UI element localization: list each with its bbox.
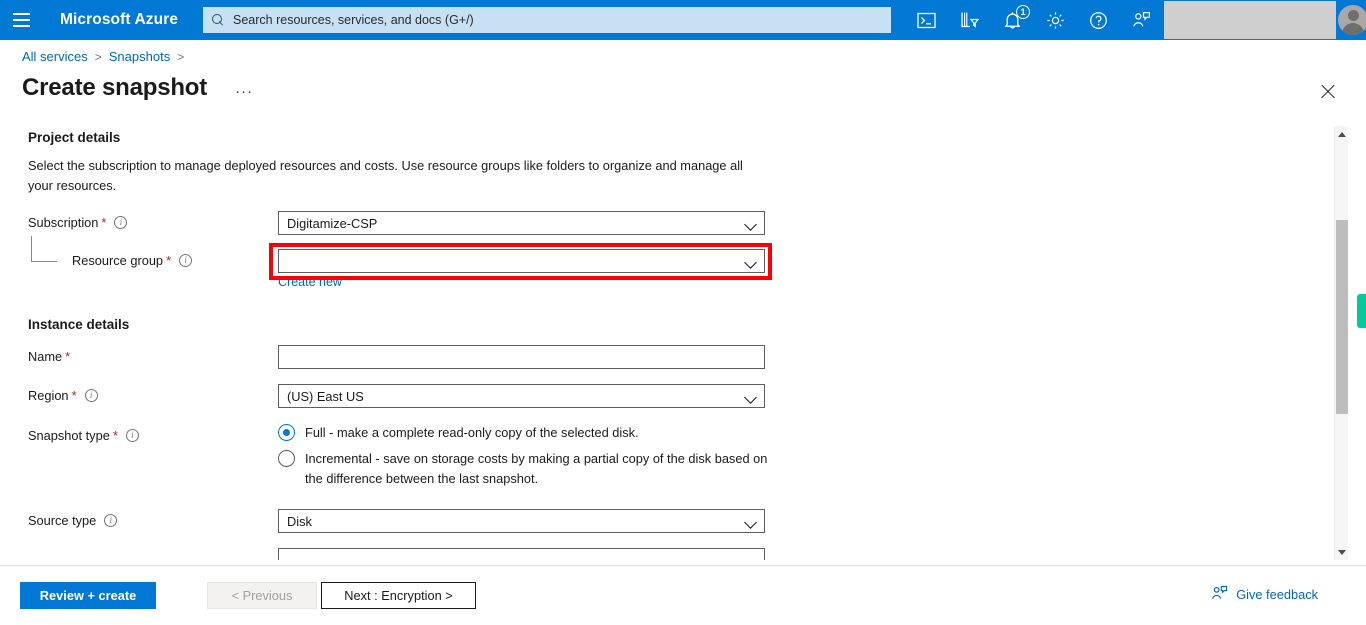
section-description-project-details: Select the subscription to manage deploy… bbox=[28, 158, 743, 193]
breadcrumb: All services > Snapshots > bbox=[22, 49, 191, 64]
help-question-icon[interactable] bbox=[1077, 0, 1120, 40]
settings-gear-icon[interactable] bbox=[1034, 0, 1077, 40]
radio-incremental-indicator[interactable] bbox=[278, 450, 295, 467]
source-type-dropdown[interactable]: Disk bbox=[278, 509, 765, 533]
breadcrumb-separator: > bbox=[94, 49, 102, 64]
user-avatar[interactable] bbox=[1338, 5, 1366, 35]
azure-brand-logo[interactable]: Microsoft Azure bbox=[60, 11, 178, 29]
region-value: (US) East US bbox=[287, 388, 364, 404]
radio-full-label[interactable]: Full - make a complete read-only copy of… bbox=[305, 423, 639, 443]
breadcrumb-item-snapshots[interactable]: Snapshots bbox=[109, 49, 170, 64]
page-header: Create snapshot ··· bbox=[22, 74, 259, 102]
subscription-value: Digitamize-CSP bbox=[287, 215, 378, 231]
subscription-dropdown[interactable]: Digitamize-CSP bbox=[278, 211, 765, 235]
search-input-placeholder[interactable]: Search resources, services, and docs (G+… bbox=[233, 13, 474, 27]
region-label: Region * i bbox=[28, 388, 98, 403]
name-input[interactable] bbox=[278, 345, 765, 369]
more-options-icon[interactable]: ··· bbox=[229, 81, 259, 102]
feedback-person-icon[interactable] bbox=[1120, 0, 1163, 40]
source-type-label: Source type i bbox=[28, 513, 118, 528]
snapshot-type-label: Snapshot type * i bbox=[28, 428, 139, 443]
feedback-person-icon bbox=[1211, 585, 1228, 604]
next-encryption-button[interactable]: Next : Encryption > bbox=[321, 582, 476, 609]
field-row-source-type: Source type i bbox=[28, 513, 118, 528]
info-icon[interactable]: i bbox=[125, 429, 139, 442]
region-dropdown[interactable]: (US) East US bbox=[278, 384, 765, 408]
wizard-footer-bar: Review + create < Previous Next : Encryp… bbox=[0, 565, 1366, 625]
close-icon[interactable] bbox=[1317, 81, 1339, 103]
give-feedback-button[interactable]: Give feedback bbox=[1211, 585, 1318, 604]
field-row-name: Name * bbox=[28, 349, 70, 364]
field-row-subscription: Subscription * i bbox=[28, 215, 128, 230]
radio-incremental-label[interactable]: Incremental - save on storage costs by m… bbox=[305, 449, 773, 489]
hamburger-bar bbox=[12, 25, 30, 27]
resource-group-label: Resource group * i bbox=[72, 253, 193, 268]
chevron-down-icon bbox=[744, 256, 757, 269]
subscription-label: Subscription * i bbox=[28, 215, 128, 230]
next-field-partially-visible[interactable] bbox=[278, 548, 765, 560]
resource-group-dropdown[interactable] bbox=[278, 249, 765, 273]
cloud-shell-icon[interactable] bbox=[905, 0, 948, 40]
chevron-down-icon bbox=[744, 391, 757, 404]
page-scrollbar[interactable] bbox=[1334, 126, 1348, 560]
source-type-value: Disk bbox=[287, 513, 312, 529]
directory-filter-icon[interactable] bbox=[948, 0, 991, 40]
notifications-bell-icon[interactable]: 1 bbox=[991, 0, 1034, 40]
top-nav-icon-group: 1 bbox=[905, 0, 1163, 40]
scrollbar-thumb[interactable] bbox=[1336, 220, 1348, 414]
chevron-down-icon bbox=[744, 555, 757, 560]
chevron-down-icon bbox=[744, 218, 757, 231]
field-row-resource-group: Resource group * i bbox=[72, 253, 193, 268]
hamburger-bar bbox=[12, 13, 30, 15]
breadcrumb-separator: > bbox=[177, 49, 185, 64]
search-icon bbox=[212, 13, 225, 27]
top-navigation-bar: Microsoft Azure Search resources, servic… bbox=[0, 0, 1366, 40]
green-edge-marker bbox=[1357, 294, 1366, 328]
info-icon[interactable]: i bbox=[179, 254, 193, 267]
info-icon[interactable]: i bbox=[114, 216, 128, 229]
field-row-snapshot-type: Snapshot type * i bbox=[28, 428, 139, 443]
hamburger-menu-icon[interactable] bbox=[0, 0, 42, 40]
review-create-button[interactable]: Review + create bbox=[20, 582, 156, 609]
scroll-up-arrow-icon[interactable] bbox=[1335, 126, 1349, 142]
section-heading-instance-details: Instance details bbox=[28, 317, 130, 332]
create-snapshot-form: Project details Select the subscription … bbox=[0, 118, 1344, 560]
global-search-box[interactable]: Search resources, services, and docs (G+… bbox=[203, 7, 891, 33]
create-new-resource-group-link[interactable]: Create new bbox=[278, 275, 342, 289]
page-title: Create snapshot bbox=[22, 74, 208, 101]
give-feedback-label: Give feedback bbox=[1236, 587, 1318, 602]
radio-option-full[interactable]: Full - make a complete read-only copy of… bbox=[278, 423, 773, 443]
section-heading-project-details: Project details bbox=[28, 130, 121, 145]
name-label: Name * bbox=[28, 349, 71, 364]
radio-option-incremental[interactable]: Incremental - save on storage costs by m… bbox=[278, 449, 773, 489]
breadcrumb-item-all-services[interactable]: All services bbox=[22, 49, 88, 64]
scroll-down-arrow-icon[interactable] bbox=[1335, 544, 1349, 560]
notification-count-badge: 1 bbox=[1016, 5, 1030, 19]
previous-button: < Previous bbox=[207, 582, 317, 609]
field-row-region: Region * i bbox=[28, 388, 98, 403]
chevron-down-icon bbox=[744, 516, 757, 529]
account-info-masked bbox=[1164, 1, 1336, 39]
resource-group-tree-connector bbox=[31, 236, 57, 262]
info-icon[interactable]: i bbox=[84, 389, 98, 402]
info-icon[interactable]: i bbox=[104, 514, 118, 527]
hamburger-bar bbox=[12, 19, 30, 21]
radio-full-indicator[interactable] bbox=[278, 424, 295, 441]
